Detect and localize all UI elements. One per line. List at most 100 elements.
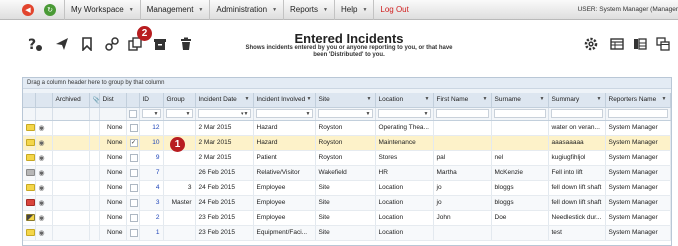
involved-filter-input[interactable]: ▼ [255, 109, 313, 118]
view-eye-icon[interactable]: ◉ [39, 200, 45, 207]
export-icon[interactable] [609, 36, 625, 52]
cell-spacer [52, 195, 90, 211]
windows-icon[interactable] [655, 36, 671, 52]
filter-icon[interactable]: ▼ [425, 96, 430, 102]
cell-overflow [670, 165, 671, 181]
red-back-icon[interactable]: ◀ [22, 3, 34, 16]
link-icon[interactable] [104, 36, 120, 52]
filter-icon[interactable]: ▼ [367, 96, 372, 102]
menu-reports[interactable]: Reports ▼ [284, 0, 334, 20]
table-row[interactable]: ◉ None 9 2 Mar 2015 Patient Royston Stores pal n… [23, 150, 671, 166]
dist-checkbox[interactable] [129, 168, 138, 177]
cell-incident-date: 24 Feb 2015 [195, 180, 254, 196]
dist-checkbox[interactable]: ✓ [129, 138, 138, 147]
calendar-dropdown-icon[interactable]: ▾▼ [241, 110, 248, 118]
dist-checkbox[interactable] [129, 213, 138, 222]
filter-icon[interactable]: ▼ [245, 96, 250, 102]
dist-checkbox[interactable] [129, 183, 138, 192]
dist-checkbox[interactable] [129, 153, 138, 162]
cell-location: Location [375, 180, 434, 196]
col-header-id[interactable]: ID [139, 93, 164, 108]
cell-archived: None [99, 150, 127, 166]
col-header-attachment[interactable]: 📎 [89, 93, 100, 108]
cell-id-link[interactable]: 2 [139, 210, 164, 226]
view-eye-icon[interactable]: ◉ [39, 155, 45, 162]
cell-location: Location [375, 225, 434, 241]
col-header-summary[interactable]: Summary ▼ [548, 93, 606, 108]
filter-cell [126, 107, 140, 121]
chevron-down-icon: ▼ [323, 6, 328, 13]
chevron-down-icon: ▼ [272, 6, 278, 13]
dist-checkbox[interactable] [129, 228, 138, 237]
id-filter-input[interactable]: ▼ [141, 109, 161, 118]
delete-icon[interactable] [178, 36, 194, 52]
table-row[interactable]: ◉ None 12 2 Mar 2015 Hazard Royston Operating … [23, 120, 671, 136]
table-row[interactable]: ◉ None 1 23 Feb 2015 Equipment/Faci... Site Lo… [23, 225, 671, 241]
cell-id-link[interactable]: 7 [139, 165, 164, 181]
menu-administration[interactable]: Administration ▼ [210, 0, 283, 20]
view-eye-icon[interactable]: ◉ [39, 140, 45, 147]
col-header-surname[interactable]: Surname ▼ [491, 93, 549, 108]
menu-my-workspace[interactable]: My Workspace ▼ [65, 0, 140, 20]
table-row[interactable]: ◉ None 3 Master 24 Feb 2015 Employee Site Locat… [23, 195, 671, 211]
view-eye-icon[interactable]: ◉ [39, 215, 45, 222]
logout-link[interactable]: Log Out [374, 0, 414, 20]
view-eye-icon[interactable]: ◉ [39, 230, 45, 237]
surname-filter-input[interactable] [493, 109, 546, 118]
cell-location: Location [375, 195, 434, 211]
cell-dist: ✓ [126, 135, 140, 151]
menu-management[interactable]: Management ▼ [141, 0, 210, 20]
send-icon[interactable] [54, 36, 70, 52]
cell-summary: kugiugfihljol [548, 150, 606, 166]
cell-id-link[interactable]: 4 [139, 180, 164, 196]
summary-filter-input[interactable] [550, 109, 603, 118]
archive-icon[interactable] [152, 36, 168, 52]
cell-id-link[interactable]: 3 [139, 195, 164, 211]
filter-icon[interactable]: ▼ [597, 96, 602, 102]
group-filter-input[interactable]: ▼ [165, 109, 193, 118]
col-header-site[interactable]: Site ▼ [315, 93, 376, 108]
columns-icon[interactable] [632, 36, 648, 52]
green-forward-icon[interactable]: ↻ [44, 3, 56, 16]
col-header-archived[interactable]: Archived [52, 93, 90, 108]
col-header-location[interactable]: Location ▼ [375, 93, 434, 108]
filter-icon[interactable]: ▼ [307, 96, 312, 102]
group-by-drop-zone[interactable]: Drag a column header here to group by th… [23, 78, 671, 89]
col-header-incident-involved[interactable]: Incident Involved ▼ [253, 93, 316, 108]
cell-spacer [52, 180, 90, 196]
cell-overflow [670, 150, 671, 166]
reporters-name-filter-input[interactable] [607, 109, 668, 118]
bookmark-icon[interactable] [79, 36, 95, 52]
help-icon[interactable]: ? [27, 36, 43, 52]
cell-id-link[interactable]: 1 [139, 225, 164, 241]
col-header-incident-date[interactable]: Incident Date ▼ [195, 93, 254, 108]
cell-group: Master [163, 195, 196, 211]
menu-help[interactable]: Help ▼ [335, 0, 373, 20]
location-filter-input[interactable]: ▼ [377, 109, 431, 118]
dist-checkbox[interactable] [129, 123, 138, 132]
table-row[interactable]: ◉ None 2 23 Feb 2015 Employee Site Location Joh… [23, 210, 671, 226]
view-eye-icon[interactable]: ◉ [39, 185, 45, 192]
filter-icon[interactable]: ▼ [540, 96, 545, 102]
cell-id-link[interactable]: 9 [139, 150, 164, 166]
view-eye-icon[interactable]: ◉ [39, 170, 45, 177]
col-header-dist[interactable]: Dist [99, 93, 127, 108]
gear-icon[interactable] [583, 36, 599, 52]
dist-checkbox[interactable] [129, 198, 138, 207]
filter-icon[interactable]: ▼ [662, 96, 667, 102]
table-row[interactable]: ◉ None 4 3 24 Feb 2015 Employee Site Location jo… [23, 180, 671, 196]
incident-status-icon [26, 123, 34, 131]
date-filter-input[interactable]: ▾▼ [197, 109, 251, 118]
first-name-filter-input[interactable] [435, 109, 489, 118]
site-filter-input[interactable]: ▼ [317, 109, 373, 118]
table-row[interactable]: ◉ None ✓ 10 2 Mar 2015 Hazard Royston Maintenan… [23, 135, 671, 151]
cell-id-link[interactable]: 10 [139, 135, 164, 151]
cell-id-link[interactable]: 12 [139, 120, 164, 136]
col-header-first-name[interactable]: First Name ▼ [433, 93, 492, 108]
table-row[interactable]: ◉ None 7 26 Feb 2015 Relative/Visitor Wakefie… [23, 165, 671, 181]
filter-icon[interactable]: ▼ [483, 96, 488, 102]
col-header-group[interactable]: Group [163, 93, 196, 108]
col-header-reporters-name[interactable]: Reporters Name ▼ [605, 93, 671, 108]
dist-filter-checkbox[interactable] [128, 109, 137, 118]
view-eye-icon[interactable]: ◉ [39, 125, 45, 132]
